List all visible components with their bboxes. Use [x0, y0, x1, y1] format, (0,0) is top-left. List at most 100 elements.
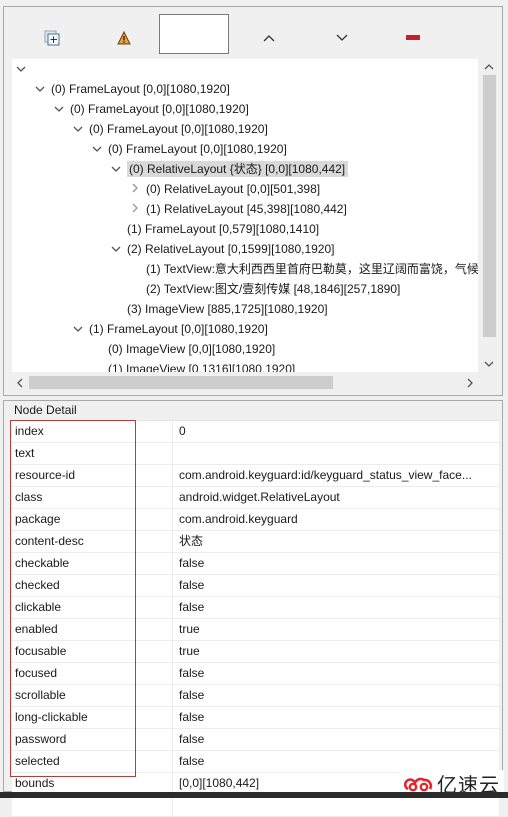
chevron-down-icon[interactable]	[14, 61, 28, 81]
detail-row[interactable]: password false	[12, 729, 499, 751]
attribute-name: content-desc	[15, 534, 84, 548]
next-button[interactable]	[331, 27, 353, 49]
tree-node-label[interactable]: (1) FrameLayout [0,579][1080,1410]	[127, 222, 319, 236]
tree-node-label[interactable]: (1) TextView:意大利西西里首府巴勒莫，这里辽阔而富饶，气候	[146, 262, 478, 276]
attribute-name: clickable	[15, 600, 62, 614]
tree-node[interactable]: (1) FrameLayout [0,0][1080,1920]	[71, 319, 268, 339]
attribute-name: long-clickable	[15, 710, 88, 724]
tree-node[interactable]: (2) TextView:图文/壹刻传媒 [48,1846][257,1890]	[128, 279, 400, 299]
node-detail-title: Node Detail	[14, 403, 77, 417]
attribute-value: com.android.keyguard:id/keyguard_status_…	[179, 468, 472, 482]
attribute-value: false	[179, 578, 205, 592]
tree-node-label[interactable]: (2) TextView:图文/壹刻传媒 [48,1846][257,1890]	[146, 282, 400, 296]
tree-node-label[interactable]: (1) RelativeLayout [45,398][1080,442]	[146, 202, 347, 216]
chevron-right-icon[interactable]	[128, 201, 142, 221]
attribute-value: false	[179, 710, 205, 724]
chevron-down-icon	[336, 34, 348, 41]
tree-node-label[interactable]: (0) FrameLayout [0,0][1080,1920]	[51, 82, 230, 96]
tree-node-label[interactable]: (3) ImageView [885,1725][1080,1920]	[127, 302, 328, 316]
tree-node[interactable]: (0) RelativeLayout [0,0][501,398]	[128, 179, 320, 199]
chevron-down-icon[interactable]	[109, 241, 123, 261]
chevron-right-icon[interactable]	[128, 181, 142, 201]
chevron-down-icon[interactable]	[109, 161, 123, 181]
search-box[interactable]	[159, 14, 229, 54]
tree-node[interactable]: (1) RelativeLayout [45,398][1080,442]	[128, 199, 347, 219]
scroll-left-icon[interactable]	[16, 378, 23, 388]
detail-row[interactable]: class android.widget.RelativeLayout	[12, 487, 499, 509]
attribute-value: com.android.keyguard	[179, 512, 298, 526]
detail-row[interactable]: checkable false	[12, 553, 499, 575]
node-detail-panel: Node Detail index 0 text resource-id com.and…	[3, 400, 503, 817]
attribute-name: enabled	[15, 622, 58, 636]
tree-node[interactable]: (0) FrameLayout [0,0][1080,1920]	[33, 79, 230, 99]
chevron-down-icon[interactable]	[33, 81, 47, 101]
tree-node[interactable]: (0) ImageView [0,0][1080,1920]	[90, 339, 275, 359]
tree-node-label[interactable]: (1) ImageView [0,1316][1080,1920]	[108, 362, 295, 372]
tree-node-label[interactable]: (0) FrameLayout [0,0][1080,1920]	[89, 122, 268, 136]
tree-node[interactable]: (0) FrameLayout [0,0][1080,1920]	[71, 119, 268, 139]
hierarchy-panel: (0) FrameLayout [0,0][1080,1920] (0) Fram…	[3, 6, 503, 396]
attribute-value: false	[179, 666, 205, 680]
attribute-name: bounds	[15, 776, 55, 790]
horizontal-scroll-thumb[interactable]	[29, 376, 333, 389]
tree-node[interactable]: (3) ImageView [885,1725][1080,1920]	[109, 299, 328, 319]
attribute-value: 状态	[179, 534, 204, 548]
attribute-name: selected	[15, 754, 60, 768]
chevron-down-icon[interactable]	[52, 101, 66, 121]
tree-node[interactable]: (0) FrameLayout [0,0][1080,1920]	[90, 139, 287, 159]
scroll-up-icon[interactable]	[484, 63, 494, 70]
attribute-name: checked	[15, 578, 60, 592]
attribute-value: 0	[179, 424, 186, 438]
tree-horizontal-scrollbar[interactable]	[12, 373, 478, 391]
detail-row[interactable]: text	[12, 443, 499, 465]
attribute-value: false	[179, 732, 205, 746]
attribute-name: resource-id	[15, 468, 76, 482]
expand-all-button[interactable]	[41, 27, 63, 49]
tree-vertical-scrollbar[interactable]	[480, 59, 498, 372]
scroll-down-icon[interactable]	[484, 361, 494, 368]
attribute-value: true	[179, 622, 200, 636]
tree-node[interactable]: (0) FrameLayout [0,0][1080,1920]	[52, 99, 249, 119]
tree-node-label[interactable]: (2) RelativeLayout [0,1599][1080,1920]	[127, 242, 334, 256]
tree-node-label[interactable]: (0) ImageView [0,0][1080,1920]	[108, 342, 275, 356]
tree-node-label[interactable]: (0) FrameLayout [0,0][1080,1920]	[108, 142, 287, 156]
detail-row[interactable]: resource-id com.android.keyguard:id/keygu…	[12, 465, 499, 487]
chevron-down-icon[interactable]	[71, 321, 85, 341]
node-detail-table: index 0 text resource-id com.android.keyguar…	[12, 420, 499, 817]
tree-root-toggle[interactable]	[14, 59, 28, 79]
detail-row[interactable]: content-desc 状态	[12, 531, 499, 553]
tree-node[interactable]: (1) ImageView [0,1316][1080,1920]	[90, 359, 295, 372]
chevron-down-icon[interactable]	[90, 141, 104, 161]
detail-row[interactable]: index 0	[12, 421, 499, 443]
detail-row[interactable]: clickable false	[12, 597, 499, 619]
detail-row[interactable]: enabled true	[12, 619, 499, 641]
clear-button[interactable]	[402, 27, 424, 49]
warning-button[interactable]	[113, 27, 135, 49]
detail-row[interactable]: checked false	[12, 575, 499, 597]
previous-button[interactable]	[258, 27, 280, 49]
bottom-edge	[0, 792, 508, 798]
detail-row[interactable]	[12, 795, 499, 817]
tree-node-label[interactable]: (0) RelativeLayout {状态} [0,0][1080,442]	[127, 161, 349, 177]
detail-row[interactable]: long-clickable false	[12, 707, 499, 729]
attribute-value: false	[179, 556, 205, 570]
attribute-name: password	[15, 732, 67, 746]
tree-node[interactable]: (0) RelativeLayout {状态} [0,0][1080,442]	[109, 159, 349, 181]
tree-node[interactable]: (1) TextView:意大利西西里首府巴勒莫，这里辽阔而富饶，气候	[128, 259, 478, 279]
vertical-scroll-thumb[interactable]	[483, 75, 496, 337]
chevron-down-icon[interactable]	[71, 121, 85, 141]
attribute-name: text	[15, 446, 35, 460]
detail-row[interactable]: focusable true	[12, 641, 499, 663]
attribute-name: scrollable	[15, 688, 66, 702]
detail-row[interactable]: scrollable false	[12, 685, 499, 707]
tree-node-label[interactable]: (1) FrameLayout [0,0][1080,1920]	[89, 322, 268, 336]
tree-node[interactable]: (1) FrameLayout [0,579][1080,1410]	[109, 219, 319, 239]
detail-row[interactable]: package com.android.keyguard	[12, 509, 499, 531]
tree-node[interactable]: (2) RelativeLayout [0,1599][1080,1920]	[109, 239, 334, 259]
expand-all-icon	[44, 30, 60, 46]
scroll-right-icon[interactable]	[467, 378, 474, 388]
tree-node-label[interactable]: (0) FrameLayout [0,0][1080,1920]	[70, 102, 249, 116]
detail-row[interactable]: focused false	[12, 663, 499, 685]
tree-node-label[interactable]: (0) RelativeLayout [0,0][501,398]	[146, 182, 320, 196]
hierarchy-tree[interactable]: (0) FrameLayout [0,0][1080,1920] (0) Fram…	[12, 59, 478, 372]
